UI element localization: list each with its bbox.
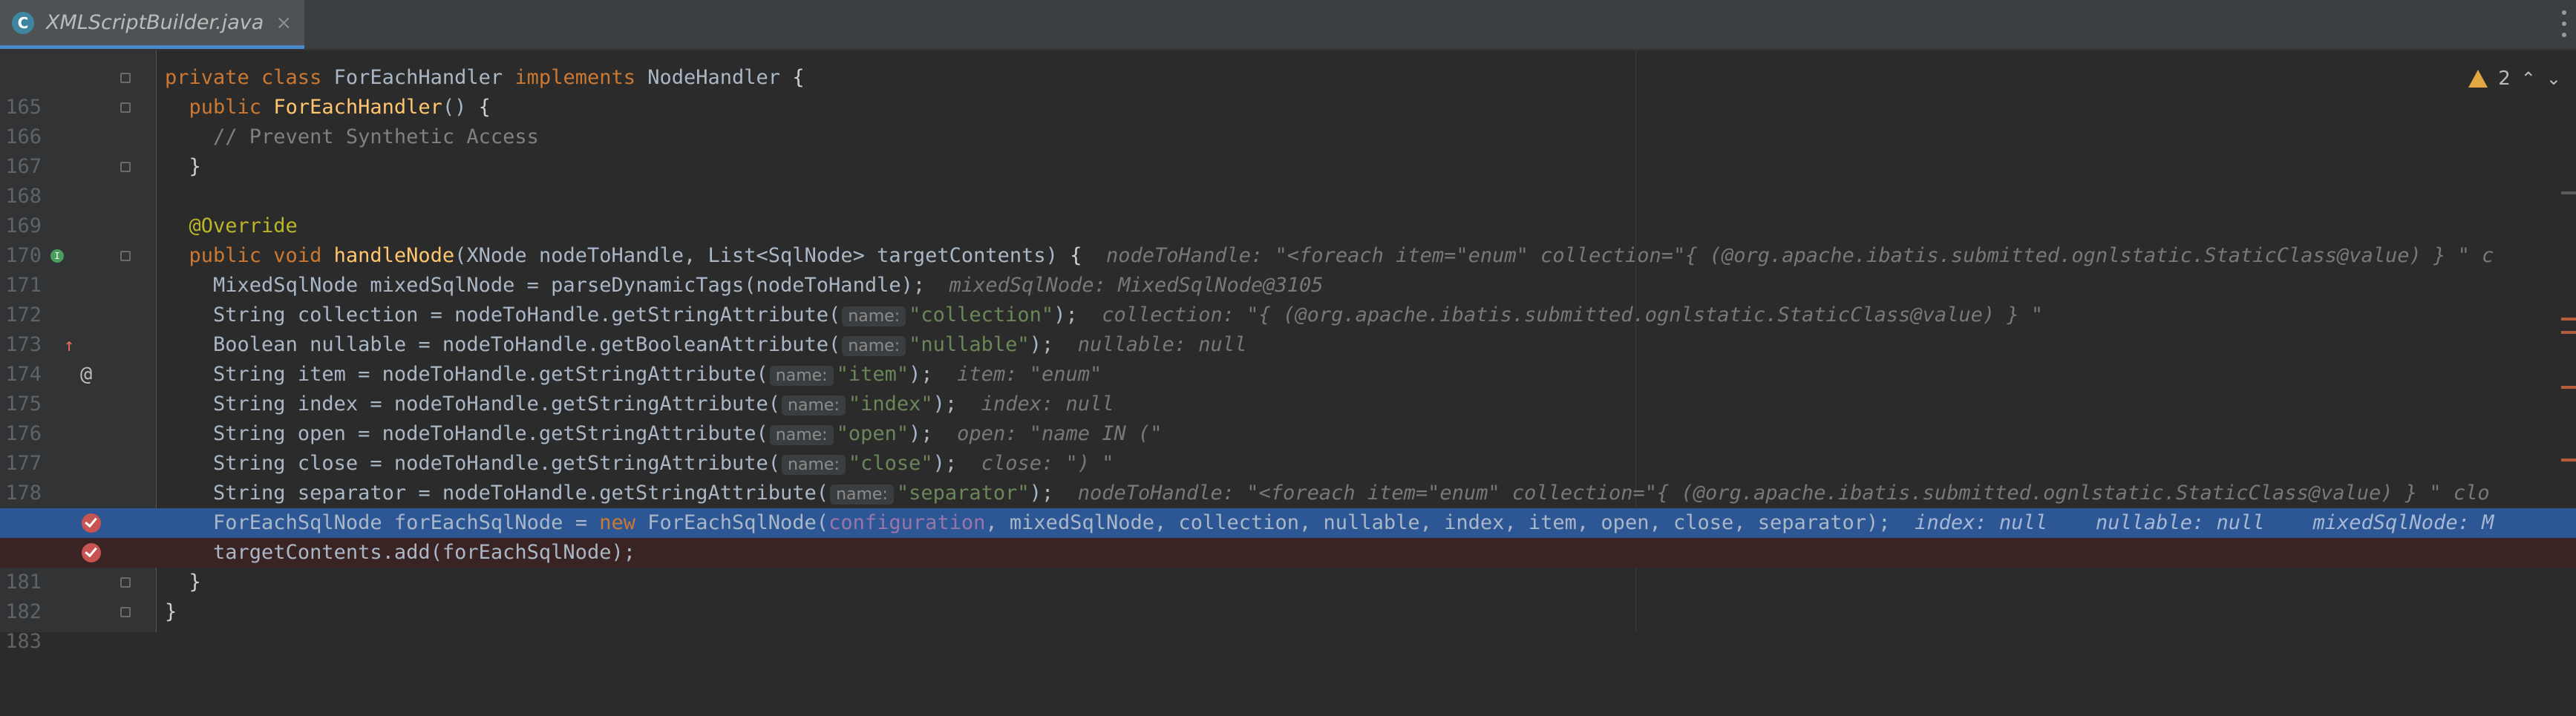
code-line[interactable]: 165 private class ForEachHandler impleme… <box>0 63 2576 119</box>
code-line[interactable]: 179 String separator = nodeToHandle.getS… <box>0 479 2576 534</box>
scrollbar-marker[interactable] <box>2561 386 2576 389</box>
tab-xmlscriptbuilder[interactable]: C XMLScriptBuilder.java × <box>0 0 304 49</box>
breakpoint-icon[interactable] <box>82 543 101 562</box>
scrollbar-marker[interactable] <box>2561 331 2576 334</box>
parameter-hint: name: <box>782 395 846 416</box>
code-line[interactable]: 167 // Prevent Synthetic Access <box>0 122 2576 178</box>
code-line[interactable]: 173 String collection = nodeToHandle.get… <box>0 300 2576 356</box>
line-number: 183 <box>5 630 42 653</box>
parameter-hint: name: <box>842 336 906 356</box>
code-line[interactable]: 171 I ↑ @ public void handleNode(XNode n… <box>0 241 2576 386</box>
parameter-hint: name: <box>830 485 894 505</box>
debug-inline-value: collection: "{ (@org.apache.ibatis.submi… <box>1102 303 2044 326</box>
fold-icon[interactable] <box>120 607 131 617</box>
parameter-hint: name: <box>782 455 846 475</box>
tab-label: XMLScriptBuilder.java <box>46 11 264 34</box>
parameter-hint: name: <box>769 366 834 386</box>
code-line[interactable]: 168 } <box>0 152 2576 208</box>
debug-inline-value: open: "name IN (" <box>957 422 1163 445</box>
debug-inline-value: item: "enum" <box>957 363 1102 386</box>
debug-inline-value: index: null nullable: null mixedSqlNode:… <box>1915 511 2494 534</box>
code-line[interactable]: 172 MixedSqlNode mixedSqlNode = parseDyn… <box>0 271 2576 326</box>
debug-inline-value: mixedSqlNode: MixedSqlNode@3105 <box>949 274 1324 297</box>
code-editor[interactable]: 2 ⌃ ⌄ 165 private class ForEachHandler i… <box>0 50 2576 653</box>
debug-inline-value: nodeToHandle: "<foreach item="enum" coll… <box>1077 482 2490 505</box>
debug-inline-value: nodeToHandle: "<foreach item="enum" coll… <box>1105 244 2494 267</box>
editor-tab-bar: C XMLScriptBuilder.java × <box>0 0 2576 50</box>
code-line[interactable]: 166 public ForEachHandler() { <box>0 93 2576 148</box>
scrollbar-marker[interactable] <box>2561 318 2576 321</box>
fold-icon[interactable] <box>120 162 131 172</box>
fold-icon[interactable] <box>120 577 131 588</box>
code-line[interactable]: 170 @Override <box>0 211 2576 267</box>
scrollbar-marker[interactable] <box>2561 459 2576 462</box>
fold-icon[interactable] <box>120 102 131 113</box>
parameter-hint: name: <box>769 425 834 445</box>
breakpoint-icon[interactable] <box>82 513 101 533</box>
fold-icon[interactable] <box>120 251 131 261</box>
code-line[interactable]: 177 String open = nodeToHandle.getString… <box>0 419 2576 475</box>
close-icon[interactable]: × <box>275 12 292 34</box>
implements-method-icon[interactable]: I <box>50 249 64 263</box>
breakpoint-line[interactable]: 181 targetContents.add(forEachSqlNode); <box>0 538 2576 594</box>
code-line[interactable]: 178 String close = nodeToHandle.getStrin… <box>0 449 2576 505</box>
debug-inline-value: close: ") " <box>981 452 1114 475</box>
parameter-hint: name: <box>842 306 906 326</box>
code-line[interactable]: 169 <box>0 182 2576 237</box>
code-line[interactable]: 174 Boolean nullable = nodeToHandle.getB… <box>0 330 2576 386</box>
fold-icon[interactable] <box>120 73 131 83</box>
more-tabs-icon[interactable] <box>2560 10 2569 37</box>
debug-inline-value: nullable: null <box>1077 333 1247 356</box>
code-line[interactable]: 176 String index = nodeToHandle.getStrin… <box>0 390 2576 445</box>
code-line[interactable]: 182 } <box>0 568 2576 623</box>
code-line[interactable]: 175 String item = nodeToHandle.getString… <box>0 360 2576 416</box>
execution-point-line[interactable]: 180 ForEachSqlNode forEachSqlNode = new … <box>0 508 2576 564</box>
debug-inline-value: index: null <box>981 393 1114 416</box>
code-line[interactable]: 183 } <box>0 597 2576 653</box>
scrollbar-marker[interactable] <box>2561 191 2576 194</box>
java-class-icon: C <box>12 11 34 34</box>
